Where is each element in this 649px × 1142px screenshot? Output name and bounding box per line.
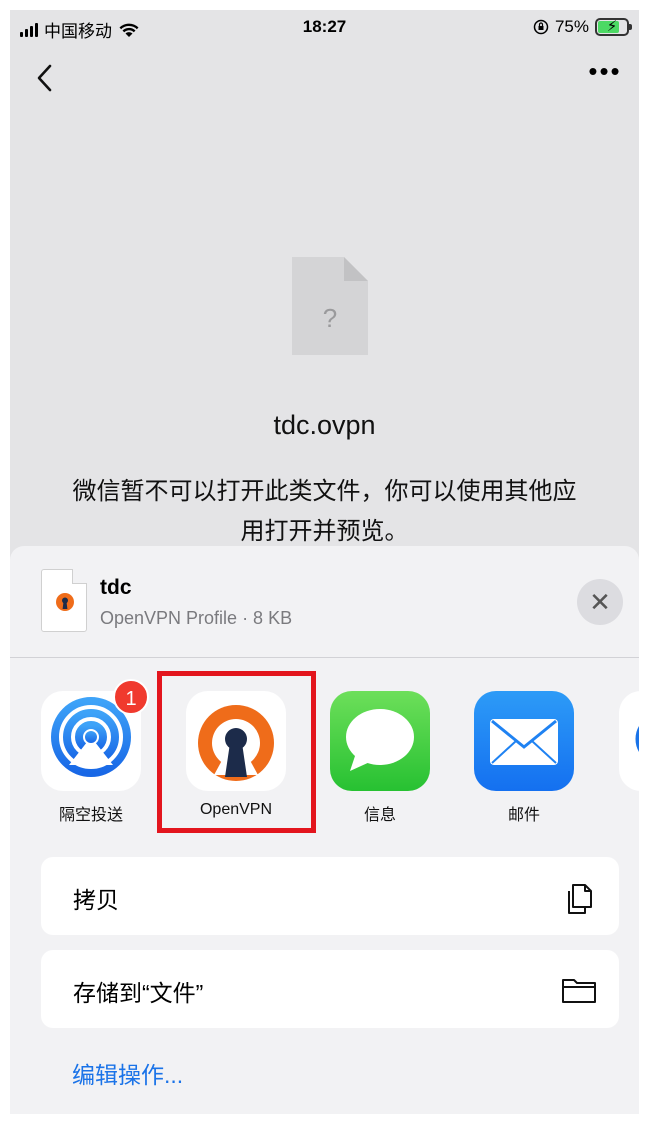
edit-actions-link[interactable]: 编辑操作... <box>72 1056 183 1090</box>
copy-icon <box>568 884 592 914</box>
sheet-subtitle: OpenVPN Profile · 8 KB <box>100 608 293 628</box>
back-button[interactable] <box>30 60 60 96</box>
status-bar: 中国移动 18:27 75% ⚡ <box>10 10 639 44</box>
partial-app-icon <box>619 691 639 791</box>
openvpn-mini-icon <box>56 593 74 611</box>
close-button[interactable]: ✕ <box>577 579 623 625</box>
app-label-airdrop: 隔空投送 <box>58 807 123 824</box>
folder-icon <box>562 979 596 1003</box>
charging-bolt-icon: ⚡ <box>606 18 618 35</box>
share-apps-row: 隔空投送 1 OpenVPN 信息 邮件 <box>10 659 639 839</box>
sheet-title: tdc <box>100 576 132 599</box>
document-thumbnail <box>41 569 87 632</box>
mail-icon <box>474 691 574 791</box>
share-sheet: tdc OpenVPN Profile · 8 KB ✕ 隔空投送 1 Open… <box>10 546 639 1114</box>
save-to-files-label: 存储到“文件” <box>73 980 204 1006</box>
app-mail[interactable]: 邮件 <box>474 691 574 825</box>
copy-label: 拷贝 <box>73 887 119 913</box>
orientation-lock-icon <box>533 19 549 35</box>
share-sheet-header: tdc OpenVPN Profile · 8 KB ✕ <box>10 546 639 658</box>
screen: 中国移动 18:27 75% ⚡ ••• ? tdc.ovpn 微信暂不可以打开… <box>10 10 639 1114</box>
app-partial[interactable]: 企 <box>619 691 639 825</box>
save-to-files-action[interactable]: 存储到“文件” <box>41 950 619 1028</box>
chevron-left-icon <box>37 64 52 92</box>
file-name: tdc.ovpn <box>273 410 376 440</box>
unknown-file-icon: ? <box>292 257 368 355</box>
app-label-messages: 信息 <box>363 807 396 824</box>
status-right: 75% ⚡ <box>533 17 632 37</box>
copy-action[interactable]: 拷贝 <box>41 857 619 935</box>
highlight-box <box>157 671 316 833</box>
app-messages[interactable]: 信息 <box>330 691 430 825</box>
battery-percent: 75% <box>554 17 589 36</box>
file-description: 微信暂不可以打开此类文件，你可以使用其他应用打开并预览。 <box>72 478 577 545</box>
app-label-partial: 企 <box>609 801 639 825</box>
more-button[interactable]: ••• <box>583 58 627 86</box>
messages-icon <box>330 691 430 791</box>
question-mark: ? <box>323 303 337 333</box>
app-label-mail: 邮件 <box>507 807 540 824</box>
notification-badge: 1 <box>113 679 149 715</box>
battery-icon: ⚡ <box>595 18 632 36</box>
